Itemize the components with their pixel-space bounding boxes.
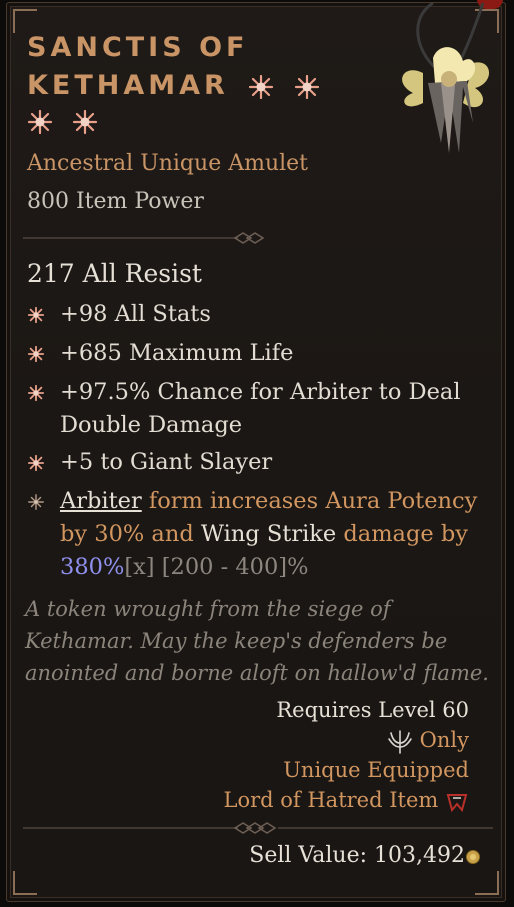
affix-text: +685 Maximum Life: [60, 340, 294, 366]
greater-affix-star-icon: [27, 306, 45, 324]
unique-power-value: 380%: [60, 554, 125, 580]
item-power: 800 Item Power: [27, 189, 204, 214]
item-name-line2: Kethamar: [27, 70, 229, 101]
flavor-text: A token wrought from the siege of Ketham…: [25, 597, 489, 685]
frame-corner: [13, 871, 37, 895]
item-name-line1: Sanctis of: [27, 32, 249, 63]
unique-power-part: damage by: [336, 521, 468, 547]
item-tooltip: Sanctis of Kethamar: [6, 0, 506, 902]
divider: [23, 232, 265, 244]
greater-affix-star-icon: [249, 74, 274, 99]
amulet-icon: [402, 3, 490, 153]
class-requirement: Only: [387, 725, 469, 755]
unique-power-text: Arbiter form increases Aura Potency by 3…: [60, 485, 490, 584]
greater-affix-star-icon: [294, 74, 319, 99]
greater-affix-star-icon: [27, 109, 53, 135]
required-level: Requires Level 60: [276, 698, 469, 722]
greater-affix-star-icon: [27, 454, 45, 472]
greater-affix-star-icon: [27, 345, 45, 363]
arbiter-link[interactable]: Arbiter: [60, 488, 142, 514]
affix-text: +5 to Giant Slayer: [60, 449, 273, 475]
value-range: [200 - 400]%: [154, 554, 309, 580]
affix-text: +98 All Stats: [60, 301, 211, 327]
frame-corner: [475, 871, 499, 895]
unique-equipped: Unique Equipped: [283, 758, 469, 782]
item-name: Sanctis of Kethamar: [27, 29, 357, 105]
expansion-label: Lord of Hatred Item: [223, 788, 439, 812]
wing-strike-skill: Wing Strike: [200, 521, 337, 547]
lord-of-hatred-icon: [446, 793, 468, 812]
unique-affix-icon: [28, 494, 44, 510]
item-type: Ancestral Unique Amulet: [27, 151, 309, 176]
greater-affix-star-icon: [72, 109, 98, 135]
paladin-class-icon: [388, 729, 412, 754]
greater-affix-stars: [27, 109, 112, 135]
greater-affix-star-icon: [27, 384, 45, 402]
divider: [23, 822, 493, 834]
class-only-label: Only: [419, 728, 469, 752]
affix-text: +97.5% Chance for Arbiter to Deal Double…: [60, 379, 461, 438]
multiplier-tag: [x]: [124, 554, 155, 580]
expansion-requirement: Lord of Hatred Item: [224, 785, 469, 815]
gold-coin-icon: [466, 850, 480, 864]
sell-value: Sell Value: 103,492: [249, 843, 465, 868]
main-stat: 217 All Resist: [27, 259, 202, 288]
